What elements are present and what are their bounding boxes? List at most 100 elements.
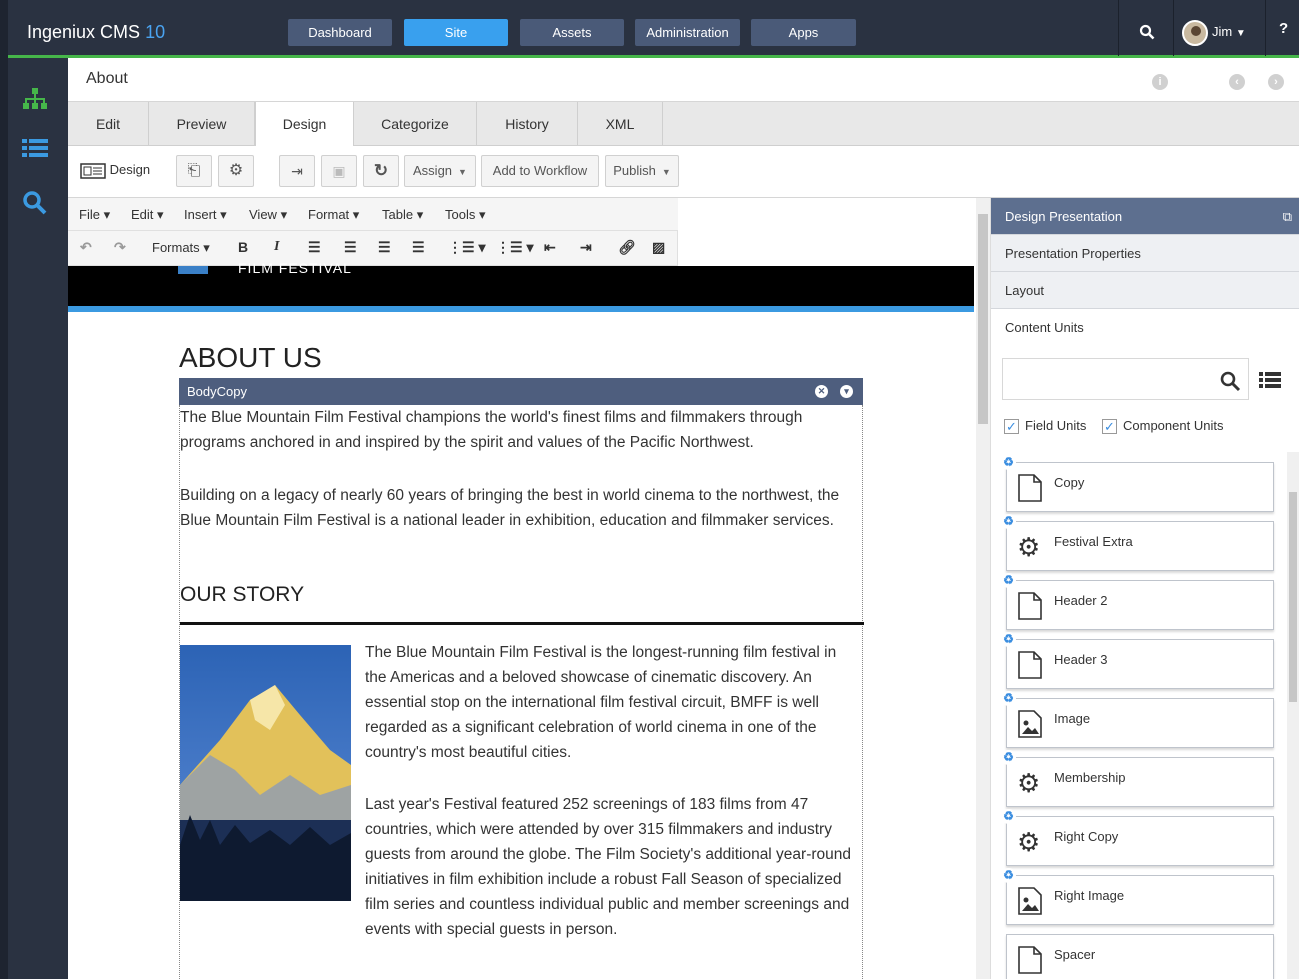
search-icon[interactable]	[22, 190, 48, 216]
undo-icon[interactable]: ↶	[80, 239, 92, 256]
editor-scrollbar[interactable]	[976, 198, 990, 979]
caret-down-icon: ▼	[661, 167, 671, 177]
story-divider	[180, 622, 864, 625]
unit-header-3[interactable]: ♻ Header 3	[1001, 632, 1274, 689]
indent-icon[interactable]: ⇥	[580, 239, 592, 256]
design-view-button[interactable]: Design	[80, 155, 160, 187]
unit-right-copy[interactable]: ♻ ⚙ Right Copy	[1001, 809, 1274, 866]
menu-format[interactable]: Format ▾	[308, 207, 359, 223]
help-icon[interactable]: ?	[1279, 20, 1288, 37]
align-right-icon[interactable]: ☰	[378, 239, 391, 256]
scrollbar-thumb[interactable]	[978, 214, 988, 424]
tab-categorize[interactable]: Categorize	[354, 102, 477, 146]
settings-button[interactable]: ⚙	[218, 155, 254, 187]
align-left-icon[interactable]: ☰	[308, 239, 321, 256]
check-in-button[interactable]: ⇥	[279, 155, 315, 187]
menu-insert[interactable]: Insert ▾	[184, 207, 227, 223]
separator	[1265, 0, 1266, 56]
menu-edit[interactable]: Edit ▾	[131, 207, 164, 223]
app-brand[interactable]: Ingeniux CMS 10	[27, 22, 165, 43]
bodycopy-unit-header[interactable]: BodyCopy ✕ ▾	[179, 378, 863, 405]
unit-right-image[interactable]: ♻ Right Image	[1001, 868, 1274, 925]
section-layout[interactable]: Layout	[991, 272, 1299, 309]
unit-header-2[interactable]: ♻ Header 2	[1001, 573, 1274, 630]
unit-spacer[interactable]: Spacer	[1006, 934, 1274, 979]
component-units-checkbox[interactable]: ✓ Component Units	[1102, 418, 1224, 435]
site-banner: FILM FESTIVAL	[68, 260, 974, 306]
recycle-icon: ♻	[1001, 750, 1016, 765]
align-center-icon[interactable]: ☰	[344, 239, 357, 256]
tab-xml[interactable]: XML	[578, 102, 663, 146]
units-scrollbar[interactable]	[1287, 452, 1299, 979]
unit-label: Spacer	[1054, 947, 1096, 962]
tab-design[interactable]: Design	[255, 102, 354, 147]
tab-preview[interactable]: Preview	[149, 102, 255, 146]
gear-icon: ⚙	[228, 162, 244, 179]
previous-arrow-icon[interactable]: ‹	[1229, 74, 1245, 90]
checkbox-label: Component Units	[1123, 418, 1224, 433]
unit-search-input[interactable]	[1002, 358, 1249, 400]
search-icon[interactable]	[1139, 24, 1155, 40]
nav-assets[interactable]: Assets	[520, 19, 624, 46]
menu-table[interactable]: Table ▾	[382, 207, 423, 223]
site-tree-icon[interactable]	[22, 86, 48, 112]
tab-history[interactable]: History	[477, 102, 578, 146]
unit-copy[interactable]: ♻ Copy	[1001, 456, 1274, 512]
gear-icon: ⚙	[1017, 827, 1041, 857]
info-icon[interactable]: i	[1152, 74, 1168, 90]
search-icon[interactable]	[1219, 370, 1241, 392]
link-icon[interactable]: 🔗︎	[618, 239, 636, 256]
user-name: Jim	[1212, 24, 1233, 39]
menu-tools[interactable]: Tools ▾	[445, 207, 486, 223]
unit-image[interactable]: ♻ Image	[1001, 691, 1274, 748]
list-icon[interactable]	[22, 136, 48, 162]
justify-icon[interactable]: ☰	[412, 239, 425, 256]
chevron-down-icon[interactable]: ▾	[840, 385, 853, 398]
bodycopy-content[interactable]: The Blue Mountain Film Festival champion…	[179, 405, 864, 979]
close-icon[interactable]: ✕	[815, 385, 828, 398]
mountain-image[interactable]	[180, 645, 351, 901]
unit-label: Right Image	[1054, 888, 1125, 903]
bold-icon[interactable]: B	[238, 239, 248, 255]
recycle-icon: ♻	[1001, 868, 1016, 883]
save-button[interactable]: ▣	[321, 155, 357, 187]
field-units-checkbox[interactable]: ✓ Field Units	[1004, 418, 1086, 435]
image-icon[interactable]: ▨	[652, 239, 665, 256]
next-arrow-icon[interactable]: ›	[1268, 74, 1284, 90]
refresh-button[interactable]: ↻	[363, 155, 399, 187]
popout-icon[interactable]: ⧉	[1283, 198, 1292, 235]
publish-button[interactable]: Publish ▼	[605, 155, 679, 187]
unit-membership[interactable]: ♻ ⚙ Membership	[1001, 750, 1274, 807]
page-layout-button[interactable]: ⎗	[176, 155, 212, 187]
page-icon	[1018, 651, 1042, 679]
menu-file[interactable]: File ▾	[79, 207, 110, 223]
bullet-list-icon[interactable]: ⋮☰ ▾	[448, 239, 485, 256]
about-heading[interactable]: ABOUT US	[179, 342, 322, 374]
unit-label: Membership	[1054, 770, 1126, 785]
unit-festival-extra[interactable]: ♻ ⚙ Festival Extra	[1001, 514, 1274, 571]
add-to-workflow-button[interactable]: Add to Workflow	[481, 155, 599, 187]
nav-apps[interactable]: Apps	[751, 19, 856, 46]
assign-button[interactable]: Assign ▼	[404, 155, 476, 187]
section-design-presentation[interactable]: Design Presentation ⧉	[991, 198, 1299, 235]
list-view-icon[interactable]	[1259, 371, 1281, 389]
formats-dropdown[interactable]: Formats ▾	[152, 240, 210, 256]
scrollbar-thumb[interactable]	[1289, 492, 1297, 702]
section-presentation-properties[interactable]: Presentation Properties	[991, 235, 1299, 272]
checkmark-icon: ✓	[1102, 419, 1117, 435]
outdent-icon[interactable]: ⇤	[544, 239, 556, 256]
menu-view[interactable]: View ▾	[249, 207, 287, 223]
menu-tools-label: Tools	[445, 207, 476, 222]
menu-table-label: Table	[382, 207, 414, 222]
section-content-units[interactable]: Content Units	[991, 309, 1299, 346]
numbered-list-icon[interactable]: ⋮☰ ▾	[496, 239, 533, 256]
nav-site[interactable]: Site	[404, 19, 508, 46]
italic-icon[interactable]: I	[274, 239, 279, 255]
nav-administration[interactable]: Administration	[635, 19, 740, 46]
tab-edit[interactable]: Edit	[68, 102, 149, 146]
nav-dashboard[interactable]: Dashboard	[288, 19, 392, 46]
user-menu[interactable]: Jim ▼	[1182, 18, 1246, 46]
redo-icon[interactable]: ↷	[114, 239, 126, 256]
chevron-down-icon: ▼	[1235, 28, 1246, 39]
page-title: About	[86, 70, 128, 87]
